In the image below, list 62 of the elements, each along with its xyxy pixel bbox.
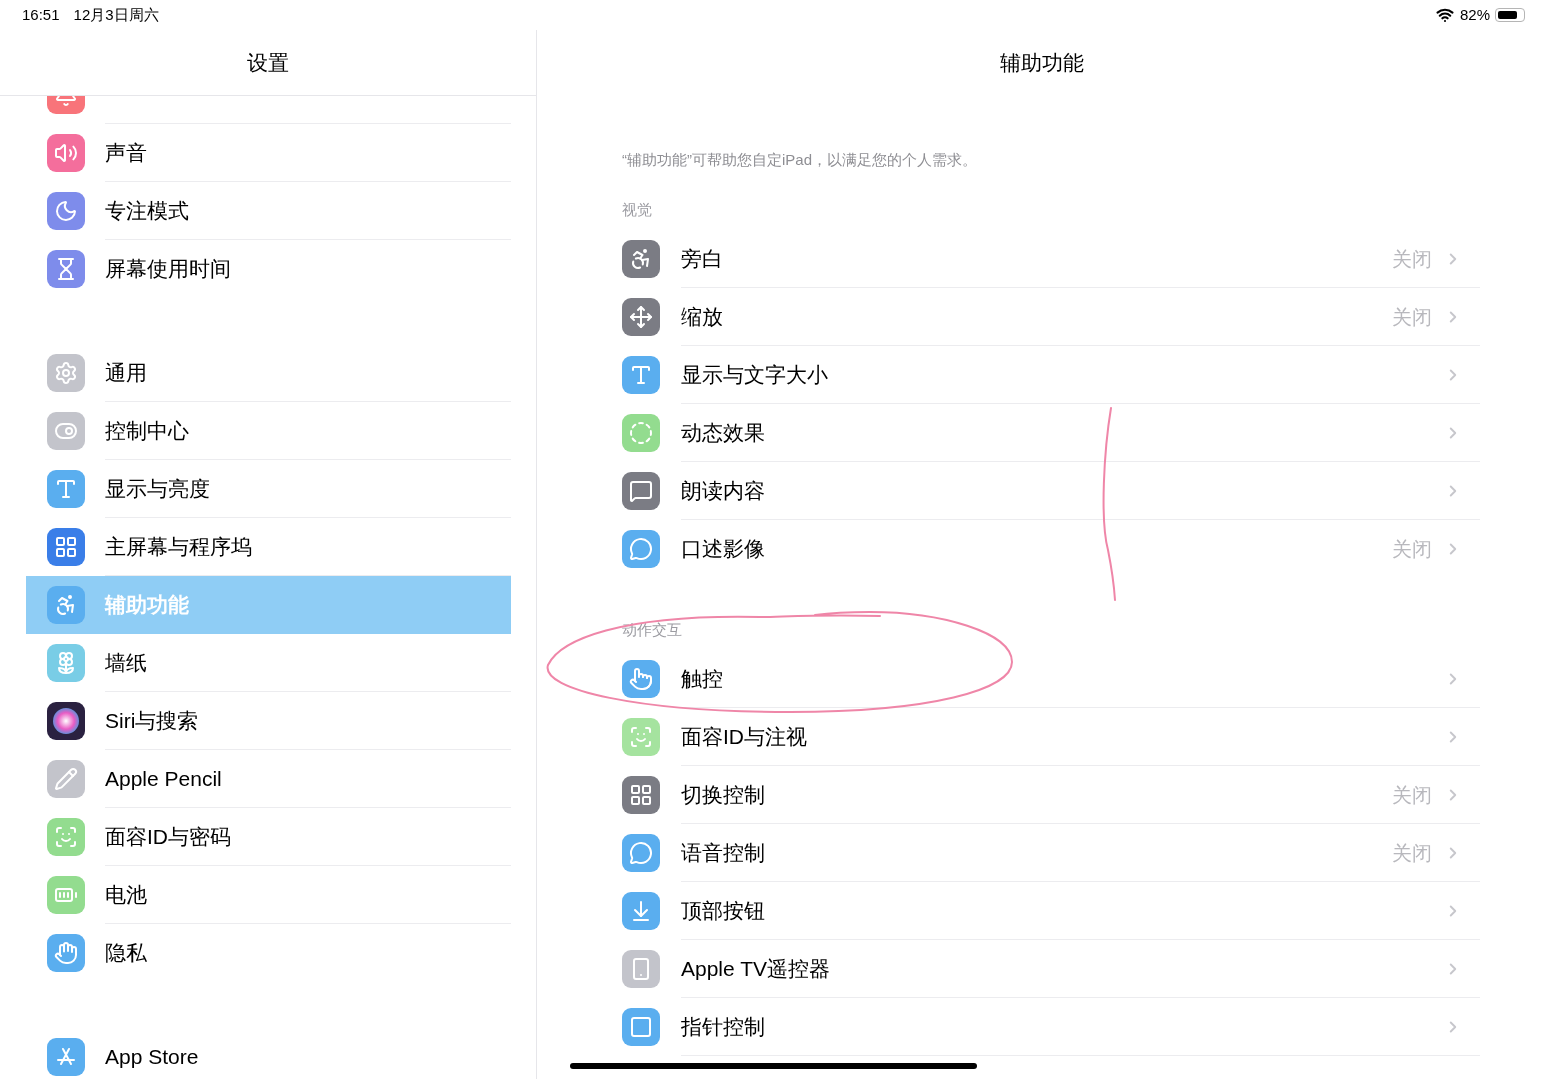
status-date: 12月3日周六 <box>73 4 159 25</box>
battery-percent: 82% <box>1459 4 1490 25</box>
speech-icon <box>622 472 660 510</box>
settings-row[interactable]: 旁白 关闭 <box>622 230 1480 288</box>
text-size-icon <box>47 470 85 508</box>
settings-row[interactable]: 面容ID与注视 <box>622 708 1480 766</box>
flower-icon <box>47 644 85 682</box>
speech-bubble-icon <box>622 834 660 872</box>
settings-row[interactable]: 动态效果 <box>622 404 1480 462</box>
status-time: 16:51 <box>22 4 60 25</box>
section-header: 视觉 <box>622 200 652 220</box>
settings-row[interactable]: 指针控制 <box>622 998 1480 1056</box>
sidebar-item[interactable]: 显示与亮度 <box>26 460 511 518</box>
toggle-icon <box>47 412 85 450</box>
pencil-icon <box>47 760 85 798</box>
hand-pointer-icon <box>622 660 660 698</box>
description-text: “辅助功能”可帮助您自定iPad，以满足您的个人需求。 <box>622 150 978 170</box>
settings-row[interactable]: 缩放 关闭 <box>622 288 1480 346</box>
app-grid-icon <box>47 528 85 566</box>
battery-icon <box>47 876 85 914</box>
settings-row[interactable]: 触控 <box>622 650 1480 708</box>
sidebar-item[interactable]: 电池 <box>26 866 511 924</box>
settings-row[interactable]: 语音控制 关闭 <box>622 824 1480 882</box>
sidebar-title: 设置 <box>247 49 289 76</box>
text-size-icon <box>622 356 660 394</box>
sidebar-item[interactable]: App Store <box>26 1028 511 1079</box>
speaker-icon <box>47 134 85 172</box>
sidebar-item[interactable]: 面容ID与密码 <box>26 808 511 866</box>
speech-bubble-icon <box>622 530 660 568</box>
face-scan-icon <box>47 818 85 856</box>
sidebar-item[interactable]: 隐私 <box>26 924 511 982</box>
settings-row[interactable]: 切换控制 关闭 <box>622 766 1480 824</box>
row-value: 关闭 <box>1392 246 1432 272</box>
sidebar-item[interactable]: Apple Pencil <box>26 750 511 808</box>
row-value: 关闭 <box>1392 304 1432 330</box>
hourglass-icon <box>47 250 85 288</box>
sidebar-item[interactable]: 专注模式 <box>26 182 511 240</box>
face-scan-icon <box>622 718 660 756</box>
battery-icon <box>1495 8 1525 22</box>
sidebar-item[interactable]: 控制中心 <box>26 402 511 460</box>
settings-row[interactable]: 显示与文字大小 <box>622 346 1480 404</box>
grid-icon <box>622 776 660 814</box>
settings-row[interactable]: Apple TV遥控器 <box>622 940 1480 998</box>
sidebar-item[interactable]: 通用 <box>26 344 511 402</box>
settings-icon <box>47 354 85 392</box>
sidebar-item[interactable]: 声音 <box>26 124 511 182</box>
hand-icon <box>47 934 85 972</box>
settings-row[interactable]: 顶部按钮 <box>622 882 1480 940</box>
sidebar-item[interactable]: Siri与搜索 <box>26 692 511 750</box>
row-value: 关闭 <box>1392 537 1432 562</box>
orb-icon <box>47 702 85 740</box>
wifi-icon <box>1435 6 1454 24</box>
sidebar-item[interactable]: 屏幕使用时间 <box>26 240 511 298</box>
detail-title: 辅助功能 <box>1000 50 1084 77</box>
row-value: 关闭 <box>1392 782 1432 808</box>
sidebar-item[interactable]: 墙纸 <box>26 634 511 692</box>
moon-icon <box>47 192 85 230</box>
section-header: 动作交互 <box>622 620 682 640</box>
settings-row[interactable]: 朗读内容 <box>622 462 1480 520</box>
settings-row[interactable]: 口述影像 关闭 <box>622 520 1480 578</box>
row-value: 关闭 <box>1392 840 1432 866</box>
app-store-icon <box>47 1038 85 1076</box>
